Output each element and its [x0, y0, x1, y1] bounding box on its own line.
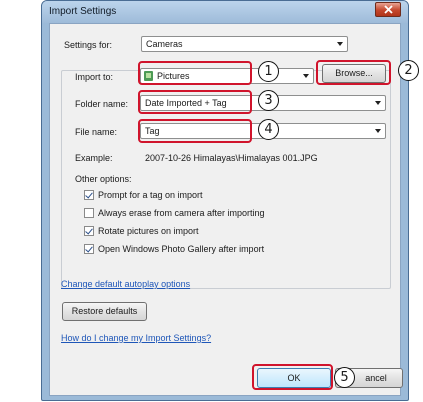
- highlight-box-file-name: [138, 119, 252, 143]
- highlight-box-ok: [252, 364, 333, 390]
- example-value: 2007-10-26 Himalayas\Himalayas 001.JPG: [145, 153, 318, 163]
- callout-4: 4: [258, 119, 279, 140]
- settings-for-dropdown[interactable]: Cameras: [141, 36, 348, 52]
- callout-3: 3: [258, 90, 279, 111]
- import-settings-window: Import Settings Settings for: Cameras Im…: [41, 0, 419, 401]
- example-label: Example:: [75, 153, 113, 163]
- highlight-box-import-to: [138, 61, 252, 85]
- help-link[interactable]: How do I change my Import Settings?: [61, 333, 211, 343]
- dialog-body: Settings for: Cameras Import to: Picture…: [49, 23, 419, 396]
- chevron-down-icon: [375, 101, 381, 105]
- rotate-pictures-label: Rotate pictures on import: [98, 226, 199, 236]
- open-gallery-checkbox[interactable]: [84, 244, 94, 254]
- erase-camera-checkbox[interactable]: [84, 208, 94, 218]
- prompt-tag-checkbox[interactable]: [84, 190, 94, 200]
- chevron-down-icon: [303, 74, 309, 78]
- highlight-box-browse: [316, 60, 391, 85]
- callout-5: 5: [334, 367, 355, 388]
- title-bar: Import Settings: [42, 1, 408, 23]
- erase-camera-label: Always erase from camera after importing: [98, 208, 265, 218]
- highlight-box-folder-name: [138, 90, 252, 114]
- chevron-down-icon: [337, 42, 343, 46]
- callout-1: 1: [258, 61, 279, 82]
- settings-for-value: Cameras: [146, 39, 183, 49]
- import-to-label: Import to:: [75, 72, 114, 82]
- folder-name-label: Folder name:: [75, 99, 129, 109]
- restore-defaults-button[interactable]: Restore defaults: [62, 302, 147, 321]
- autoplay-options-link[interactable]: Change default autoplay options: [61, 279, 190, 289]
- rotate-pictures-checkbox[interactable]: [84, 226, 94, 236]
- close-button[interactable]: [375, 2, 401, 17]
- file-name-label: File name:: [75, 127, 118, 137]
- settings-for-label: Settings for:: [64, 40, 113, 50]
- other-options-label: Other options:: [75, 174, 132, 184]
- open-gallery-label: Open Windows Photo Gallery after import: [98, 244, 265, 254]
- prompt-tag-label: Prompt for a tag on import: [98, 190, 203, 200]
- chevron-down-icon: [375, 129, 381, 133]
- close-icon: [383, 5, 393, 14]
- callout-2: 2: [398, 60, 419, 81]
- window-title: Import Settings: [49, 6, 117, 17]
